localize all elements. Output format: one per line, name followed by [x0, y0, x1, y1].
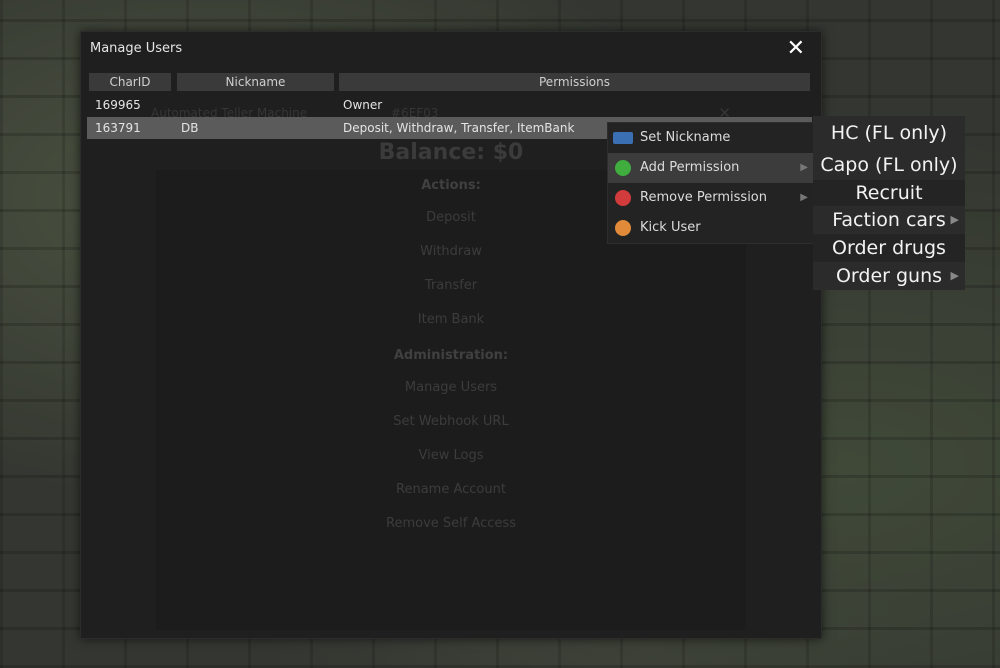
ghost-admin-rename: Rename Account: [396, 482, 506, 497]
ghost-admin-remove-self: Remove Self Access: [386, 516, 516, 531]
menu-item-set-nickname[interactable]: Set Nickname: [608, 123, 814, 153]
chevron-right-icon: ▶: [800, 162, 808, 173]
submenu-item-label: Order guns: [835, 265, 943, 287]
table-row[interactable]: 169965 Owner: [87, 94, 812, 116]
submenu-item-order-drugs[interactable]: Order drugs: [813, 234, 965, 262]
id-card-icon: [613, 132, 633, 144]
cell-charid: 163791: [95, 121, 141, 135]
ghost-action-withdraw: Withdraw: [420, 244, 482, 259]
submenu-item-hc[interactable]: HC (FL only): [813, 116, 965, 150]
user-remove-icon: [615, 220, 631, 236]
menu-item-kick-user[interactable]: Kick User: [608, 213, 814, 243]
submenu-item-recruit[interactable]: Recruit: [813, 180, 965, 206]
menu-item-label: Set Nickname: [640, 130, 731, 145]
minus-circle-icon: [615, 190, 631, 206]
submenu-item-faction-cars[interactable]: Faction cars ▶: [813, 206, 965, 234]
submenu-item-label: HC (FL only): [830, 122, 948, 144]
ghost-admin-heading: Administration:: [393, 348, 509, 363]
submenu-item-label: Capo (FL only): [820, 154, 958, 176]
submenu-item-order-guns[interactable]: Order guns ▶: [813, 262, 965, 290]
permission-submenu: HC (FL only) Capo (FL only) Recruit Fact…: [813, 116, 965, 290]
cell-charid: 169965: [95, 98, 141, 112]
ghost-admin-view-logs: View Logs: [418, 448, 484, 463]
submenu-item-label: Faction cars: [832, 209, 946, 231]
menu-item-label: Kick User: [640, 220, 701, 235]
ghost-admin-manage-users: Manage Users: [404, 380, 498, 395]
chevron-right-icon: ▶: [950, 213, 959, 226]
context-menu: Set Nickname Add Permission ▶ Remove Per…: [607, 122, 815, 244]
column-header-charid[interactable]: CharID: [89, 73, 171, 91]
submenu-item-capo[interactable]: Capo (FL only): [813, 150, 965, 180]
menu-item-label: Remove Permission: [640, 190, 768, 205]
menu-item-label: Add Permission: [640, 160, 740, 175]
cell-permissions: Deposit, Withdraw, Transfer, ItemBank: [343, 121, 575, 135]
ghost-action-item-bank: Item Bank: [417, 312, 485, 327]
chevron-right-icon: ▶: [950, 269, 959, 282]
cell-nickname: DB: [181, 121, 199, 135]
cell-permissions: Owner: [343, 98, 383, 112]
plus-circle-icon: [615, 160, 631, 176]
chevron-right-icon: ▶: [800, 192, 808, 203]
submenu-item-label: Recruit: [855, 182, 923, 204]
ghost-admin-webhook: Set Webhook URL: [393, 414, 509, 429]
column-header-nickname[interactable]: Nickname: [177, 73, 334, 91]
ghost-action-transfer: Transfer: [424, 278, 478, 293]
menu-item-add-permission[interactable]: Add Permission ▶: [608, 153, 814, 183]
window-title: Manage Users: [90, 41, 183, 56]
menu-item-remove-permission[interactable]: Remove Permission ▶: [608, 183, 814, 213]
column-header-permissions[interactable]: Permissions: [339, 73, 810, 91]
submenu-item-label: Order drugs: [832, 237, 946, 259]
close-icon[interactable]: ✕: [787, 36, 805, 61]
